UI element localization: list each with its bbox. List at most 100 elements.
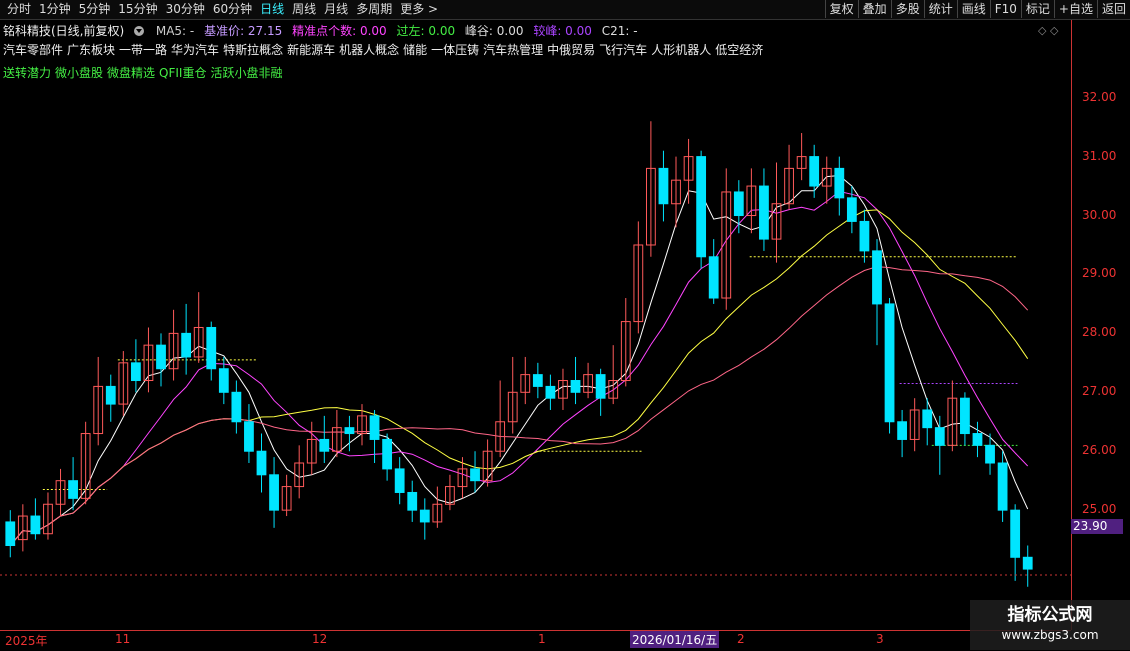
concept-tag[interactable]: 特斯拉概念 (223, 43, 283, 57)
concept-row: 汽车零部件 广东板块 一带一路 华为汽车 特斯拉概念 新能源车 机器人概念 储能 一体压铸 汽车热… (3, 41, 767, 58)
candle-body (218, 368, 229, 393)
tool-button-3[interactable]: 统计 (923, 0, 957, 18)
tool-button-6[interactable]: 标记 (1020, 0, 1054, 18)
base-price: 基准价: 27.15 (204, 24, 283, 38)
feature-tag[interactable]: 活跃小盘非融 (210, 66, 282, 80)
period-tab-9[interactable]: 多周期 (352, 2, 396, 17)
tool-button-7[interactable]: +自选 (1053, 0, 1097, 18)
compare-peak: 较峰: 0.00 (533, 24, 592, 38)
concept-tag[interactable]: 一体压铸 (431, 43, 479, 57)
price-tick-label: 29.00 (1082, 266, 1117, 281)
price-tick-label: 27.00 (1082, 384, 1117, 399)
candle-body (130, 362, 141, 382)
candle-body (897, 421, 908, 440)
concept-tag[interactable]: 华为汽车 (171, 43, 219, 57)
tool-button-4[interactable]: 画线 (956, 0, 990, 18)
stock-info-row: 铭科精技(日线,前复权) MA5: - 基准价: 27.15 精准点个数: 0.… (3, 22, 638, 39)
candle-body (859, 220, 870, 252)
date-tick-label: 2025年 (5, 634, 48, 648)
dropdown-icon[interactable] (134, 26, 145, 36)
period-tab-0[interactable]: 分时 (3, 2, 35, 17)
right-tools: 复权 叠加 多股 统计 画线 F10 标记 +自选 返回 (824, 0, 1130, 18)
concept-tag[interactable]: 低空经济 (715, 43, 763, 57)
candle-body (1022, 556, 1033, 570)
c21-value: C21: - (601, 24, 638, 38)
watermark: 指标公式网 www.zbgs3.com (970, 600, 1130, 650)
feature-tag[interactable]: 微盘精选 (107, 66, 155, 80)
period-tab-8[interactable]: 月线 (320, 2, 352, 17)
concept-tag[interactable]: 人形机器人 (651, 43, 711, 57)
concept-tag[interactable]: 汽车零部件 (3, 43, 63, 57)
candle-body (394, 468, 405, 493)
tool-button-1[interactable]: 叠加 (857, 0, 891, 18)
candle-body (181, 332, 192, 358)
period-tab-6[interactable]: 日线 (256, 2, 288, 17)
candle-body (256, 450, 267, 476)
candle-body (985, 444, 995, 464)
tool-button-8[interactable]: 返回 (1096, 0, 1130, 18)
candle-body (156, 344, 166, 370)
candle-body (369, 415, 380, 440)
candle-body (595, 374, 606, 399)
tag-row: 送转潜力 微小盘股 微盘精选 QFII重仓 活跃小盘非融 (3, 64, 287, 81)
concept-tag[interactable]: 汽车热管理 (483, 43, 543, 57)
tool-button-5[interactable]: F10 (989, 0, 1021, 18)
watermark-title: 指标公式网 (1007, 605, 1093, 625)
candle-body (419, 509, 430, 523)
period-tab-3[interactable]: 15分钟 (114, 2, 161, 17)
period-tab-4[interactable]: 30分钟 (162, 2, 209, 17)
candle-body (344, 427, 355, 435)
last-price-badge: 23.90 (1071, 519, 1123, 534)
candle-body (884, 303, 895, 423)
feature-tag[interactable]: 微小盘股 (55, 66, 103, 80)
candle-body (708, 256, 719, 299)
feature-tag[interactable]: 送转潜力 (3, 66, 51, 80)
candle-body (319, 438, 330, 452)
concept-tag[interactable]: 机器人概念 (339, 43, 399, 57)
price-tick-label: 26.00 (1082, 443, 1117, 458)
tool-button-2[interactable]: 多股 (890, 0, 924, 18)
date-axis: 2026/01/16/五 2025年 11 12 1 2 3 (0, 630, 1071, 651)
date-tick-label: 2 (737, 632, 745, 646)
candle-body (545, 385, 556, 399)
candle-body (759, 185, 769, 240)
candle-body (206, 326, 217, 370)
feature-tag[interactable]: QFII重仓 (159, 66, 206, 80)
price-tick-label: 32.00 (1082, 89, 1117, 104)
candlestick-chart[interactable] (0, 80, 1071, 628)
period-tab-2[interactable]: 5分钟 (75, 2, 115, 17)
price-tick-label: 25.00 (1082, 502, 1117, 517)
concept-tag[interactable]: 飞行汽车 (599, 43, 647, 57)
concept-tag[interactable]: 广东板块 (67, 43, 115, 57)
tool-button-0[interactable]: 复权 (824, 0, 858, 18)
concept-tag[interactable]: 中俄贸易 (547, 43, 595, 57)
candle-body (658, 167, 669, 205)
period-tab-5[interactable]: 60分钟 (209, 2, 256, 17)
candle-body (105, 385, 116, 405)
candle-body (470, 468, 480, 482)
ma5-value: MA5: - (155, 24, 195, 38)
precise-points: 精准点个数: 0.00 (292, 24, 387, 38)
candle-body (244, 421, 254, 452)
pass-left: 过左: 0.00 (396, 24, 456, 38)
period-tab-1[interactable]: 1分钟 (35, 2, 75, 17)
indicator-diamond-icons[interactable]: ◇ ◇ (1038, 24, 1058, 37)
candle-body (570, 380, 581, 393)
peak-valley: 峰谷: 0.00 (464, 24, 524, 38)
concept-tag[interactable]: 一带一路 (119, 43, 167, 57)
concept-tag[interactable]: 新能源车 (287, 43, 335, 57)
date-tick-label: 11 (115, 632, 131, 646)
period-tab-7[interactable]: 周线 (288, 2, 320, 17)
candle-body (68, 480, 78, 499)
candle-body (922, 409, 933, 429)
price-axis: 32.00 31.00 30.00 29.00 28.00 27.00 26.00 25.00 (1071, 20, 1130, 630)
stock-title: 铭科精技(日线,前复权) (3, 24, 125, 38)
candle-body (846, 197, 857, 222)
candle-body (997, 462, 1008, 511)
price-tick-label: 28.00 (1082, 325, 1117, 340)
candle-body (532, 374, 543, 387)
concept-tag[interactable]: 储能 (403, 43, 427, 57)
period-tab-10[interactable]: 更多 > (396, 2, 442, 17)
candle-body (30, 515, 41, 535)
watermark-url: www.zbgs3.com (1001, 628, 1099, 642)
